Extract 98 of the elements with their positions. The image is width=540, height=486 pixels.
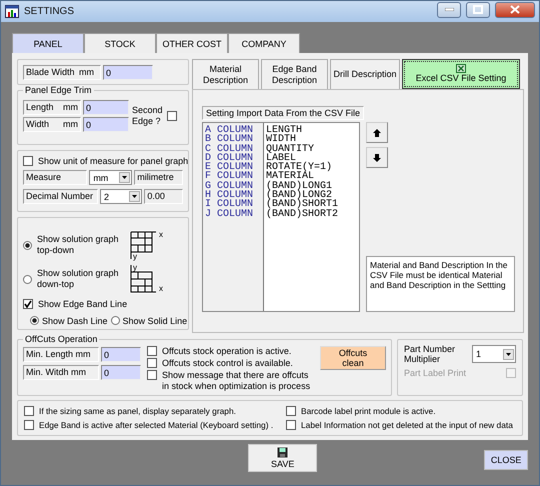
maximize-button[interactable] [466,2,490,18]
checkbox[interactable] [167,111,177,121]
checkbox-label: Show Edge Band Line [38,299,128,310]
spreadsheet-icon [456,64,466,73]
dropdown[interactable]: 2 [100,189,142,204]
window-title: SETTINGS [24,6,74,17]
dropdown[interactable]: 1 [472,345,516,364]
list-item[interactable]: A COLUMN [205,126,261,136]
list-item[interactable]: (BAND)LONG2 [266,191,357,200]
move-up-button[interactable] [366,122,388,143]
checkbox[interactable] [147,358,157,368]
axis-label: x [159,285,163,293]
checkbox-label: Part Label Print [404,368,466,378]
dropdown[interactable]: mm [89,170,132,185]
radio-label: Show solution graph down-top [37,268,120,290]
list-item[interactable]: I COLUMN [205,200,261,210]
list-item[interactable]: ROTATE(Y=1) [266,163,357,172]
note-text: Material and Band Description In the CSV File must be identical Material and Band Description in the Settting [366,256,515,312]
checkbox[interactable] [24,406,34,416]
checkbox-label: Show message that there are offcuts in stock when optimization is process [162,370,312,392]
radio-button[interactable] [30,316,39,326]
list-item[interactable]: F COLUMN [205,172,261,182]
axis-label: x [159,231,163,239]
save-button[interactable]: SAVE [248,444,318,472]
arrow-up-icon [373,128,381,136]
minimize-icon [444,8,454,11]
input-field[interactable]: 0 [83,117,129,132]
checkbox[interactable] [147,370,157,380]
tab[interactable]: STOCK [84,33,156,53]
checkbox-label: Edge Band is active after selected Material (Keyboard setting) . [39,420,274,430]
list-item[interactable]: D COLUMN [205,154,261,164]
input-field[interactable]: 0 [83,100,129,115]
axis-label: y [133,253,137,261]
radio-button[interactable] [110,316,120,326]
arrow-down-icon [373,154,381,162]
tab[interactable]: Excel CSV File Setting [402,59,520,89]
input-field[interactable]: 0 [101,347,141,362]
list-item[interactable]: QUANTITY [266,144,357,154]
field-label: Length mm [23,100,81,115]
radio-button[interactable] [23,240,32,250]
radio-label: Show solution graph top-down [37,234,120,256]
tab[interactable]: PANEL [12,33,84,53]
list-item[interactable]: H COLUMN [205,191,261,200]
field-label: Part Number Multiplier [404,344,456,364]
tab[interactable]: Drill Description [330,59,400,89]
minimize-button[interactable] [437,2,461,18]
list-item[interactable]: (BAND)SHORT2 [266,210,357,219]
tab[interactable]: COMPANY [228,33,300,53]
field-label: Measure [23,170,88,185]
close-button[interactable] [495,2,535,18]
field-label: Blade Width mm [23,65,101,80]
axis-label: y [133,264,137,272]
list-item[interactable]: WIDTH [266,135,357,145]
field-label: Min. Witdh mm [23,365,99,380]
checkbox[interactable] [23,156,33,166]
checkbox[interactable] [286,420,296,430]
field-label: Min. Length mm [23,347,99,362]
tab[interactable]: Edge Band Description [261,59,328,89]
checkbox-label: Barcode label print module is active. [301,406,436,416]
checkbox-label: Second Edge ? [132,105,164,127]
close-dialog-button[interactable]: CLOSE [484,450,528,470]
checkbox[interactable] [286,406,296,416]
group-title: Panel Edge Trim [23,85,94,96]
checkbox-label: If the sizing same as panel, display separately graph. [39,406,236,416]
checkbox[interactable] [23,299,33,310]
tab[interactable]: Material Description [192,59,259,89]
list-item[interactable]: B COLUMN [205,135,261,145]
list-item[interactable]: C COLUMN [205,144,261,154]
decimal-preview: 0.00 [144,189,183,204]
radio-label: Show Dash Line [42,316,108,326]
radio-label: Show Solid Line [122,316,188,326]
list-item[interactable]: LENGTH [266,126,357,136]
list-item[interactable]: (BAND)SHORT1 [266,200,357,210]
list-item[interactable]: G COLUMN [205,182,261,192]
maximize-icon [473,5,483,14]
list-item[interactable]: E COLUMN [205,163,261,172]
list-item[interactable]: MATERIAL [266,172,357,182]
input-field[interactable]: 0 [101,365,141,380]
list-item[interactable]: J COLUMN [205,210,261,219]
checkbox[interactable] [24,420,34,430]
checkbox-label: Offcuts stock control is available. [162,358,293,370]
input-field[interactable]: 0 [103,65,153,80]
move-down-button[interactable] [366,147,388,168]
field-label: Decimal Number [23,189,98,204]
checkbox-label: Show unit of measure for panel graph [38,156,188,166]
field-label: Width mm [23,117,81,132]
checkbox-label: Offcuts stock operation is active. [162,346,292,358]
offcuts-clean-button[interactable]: Offcuts clean [320,346,386,370]
section-title: Setting Import Data From the CSV File [202,106,364,120]
close-icon [510,5,520,14]
radio-button[interactable] [23,274,32,284]
checkbox-label: Label Information not get deleted at the input of new data [301,420,513,430]
chart-icon [5,5,19,18]
list-item[interactable]: (BAND)LONG1 [266,182,357,192]
tab[interactable]: OTHER COST [156,33,228,53]
group-title: OffCuts Operation [23,334,100,346]
checkbox[interactable] [147,346,157,356]
unit-name: milimetre [134,170,183,185]
